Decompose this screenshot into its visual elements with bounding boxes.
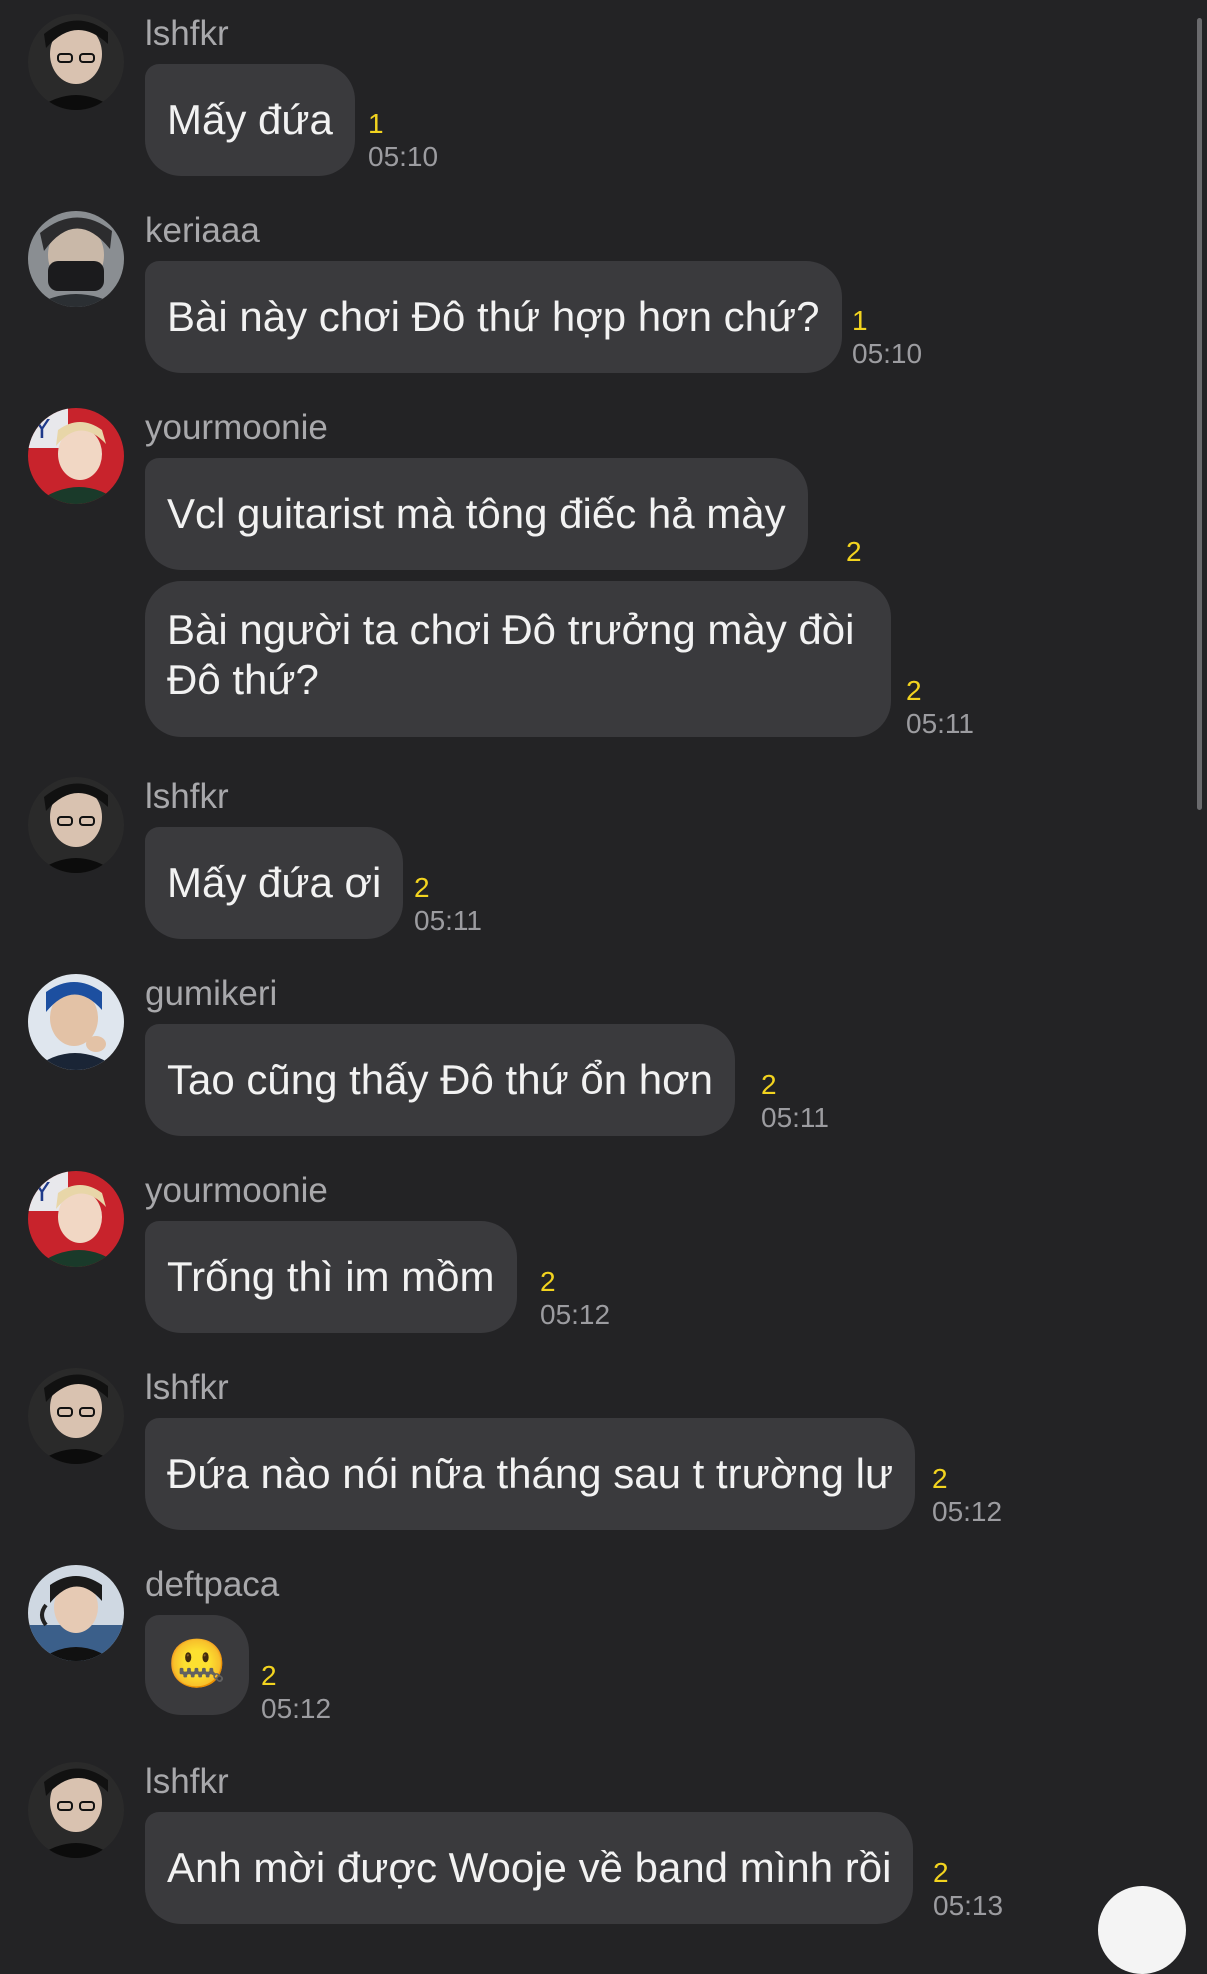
message-bubble[interactable]: Tao cũng thấy Đô thứ ổn hơn bbox=[145, 1024, 735, 1136]
message-time: 05:11 bbox=[414, 905, 482, 936]
message-username: yourmoonie bbox=[145, 408, 328, 447]
message-meta: 2 05:12 bbox=[261, 1660, 331, 1726]
unread-count: 1 bbox=[852, 305, 868, 336]
avatar-gumikeri[interactable] bbox=[28, 974, 124, 1070]
svg-text:Y: Y bbox=[33, 415, 50, 445]
message-text: Vcl guitarist mà tông điếc hả mày bbox=[167, 490, 786, 537]
message-text: Bài người ta chơi Đô trưởng mày đòi Đô t… bbox=[167, 606, 855, 703]
message-time: 05:13 bbox=[933, 1890, 1004, 1921]
message-username: yourmoonie bbox=[145, 1171, 328, 1210]
message-time: 05:12 bbox=[540, 1299, 611, 1330]
message-meta: 2 05:12 bbox=[540, 1266, 610, 1332]
message-time: 05:10 bbox=[852, 338, 923, 369]
message-bubble[interactable]: Trống thì im mồm bbox=[145, 1221, 517, 1333]
message-text: Tao cũng thấy Đô thứ ổn hơn bbox=[167, 1056, 713, 1103]
chat-message-list[interactable]: lshfkr Mấy đứa 1 05:10 keriaaa Bài này c… bbox=[0, 0, 1207, 1924]
unread-count: 2 bbox=[414, 872, 430, 903]
zipper-mouth-emoji: 🤐 bbox=[167, 1636, 227, 1692]
message-text: Bài này chơi Đô thứ hợp hơn chứ? bbox=[167, 293, 820, 340]
message-meta: 1 05:10 bbox=[368, 108, 438, 174]
avatar-lshfkr[interactable] bbox=[28, 1762, 124, 1858]
avatar-yourmoonie[interactable]: Y bbox=[28, 1171, 124, 1267]
svg-text:Y: Y bbox=[33, 1178, 50, 1208]
scrollbar[interactable] bbox=[1197, 18, 1202, 810]
unread-count: 2 bbox=[261, 1660, 277, 1691]
unread-count: 2 bbox=[932, 1463, 948, 1494]
message-username: lshfkr bbox=[145, 777, 229, 816]
message-text: Anh mời được Wooje về band mình rồi bbox=[167, 1844, 892, 1891]
message-time: 05:12 bbox=[261, 1693, 332, 1724]
message-bubble[interactable]: Mấy đứa ơi bbox=[145, 827, 404, 939]
message-username: lshfkr bbox=[145, 14, 229, 53]
message-text: Trống thì im mồm bbox=[167, 1253, 495, 1300]
avatar-yourmoonie[interactable]: Y bbox=[28, 408, 124, 504]
message-meta: 2 05:13 bbox=[933, 1857, 1003, 1923]
message-text: Mấy đứa bbox=[167, 96, 333, 143]
message-meta: 2 05:11 bbox=[906, 675, 974, 741]
message-time: 05:11 bbox=[761, 1102, 829, 1133]
message-meta: 1 05:10 bbox=[852, 305, 922, 371]
message-username: lshfkr bbox=[145, 1762, 229, 1801]
unread-count: 1 bbox=[368, 108, 384, 139]
avatar-keriaaa[interactable] bbox=[28, 211, 124, 307]
message-username: deftpaca bbox=[145, 1565, 280, 1604]
unread-count: 2 bbox=[906, 675, 922, 706]
avatar-lshfkr[interactable] bbox=[28, 1368, 124, 1464]
avatar-deftpaca[interactable] bbox=[28, 1565, 124, 1661]
message-time: 05:12 bbox=[932, 1496, 1003, 1527]
avatar-lshfkr[interactable] bbox=[28, 777, 124, 873]
message-meta: 2 05:11 bbox=[414, 872, 482, 938]
message-bubble[interactable]: Bài người ta chơi Đô trưởng mày đòi Đô t… bbox=[145, 581, 891, 737]
message-meta: 2 bbox=[846, 536, 862, 568]
message-bubble[interactable]: Mấy đứa bbox=[145, 64, 355, 176]
unread-count: 2 bbox=[540, 1266, 556, 1297]
message-bubble[interactable]: Đứa nào nói nữa tháng sau t trường lư bbox=[145, 1418, 916, 1530]
message-username: lshfkr bbox=[145, 1368, 229, 1407]
unread-count: 2 bbox=[933, 1857, 949, 1888]
message-username: keriaaa bbox=[145, 211, 260, 250]
message-text: Đứa nào nói nữa tháng sau t trường lư bbox=[167, 1450, 894, 1497]
scroll-to-bottom-icon[interactable] bbox=[1098, 1886, 1186, 1974]
message-bubble[interactable]: Vcl guitarist mà tông điếc hả mày bbox=[145, 458, 808, 570]
avatar-lshfkr[interactable] bbox=[28, 14, 124, 110]
unread-count: 2 bbox=[846, 536, 862, 567]
message-username: gumikeri bbox=[145, 974, 278, 1013]
message-meta: 2 05:12 bbox=[932, 1463, 1002, 1529]
message-bubble[interactable]: 🤐 bbox=[145, 1615, 249, 1715]
message-bubble[interactable]: Bài này chơi Đô thứ hợp hơn chứ? bbox=[145, 261, 842, 373]
unread-count: 2 bbox=[761, 1069, 777, 1100]
message-text: Mấy đứa ơi bbox=[167, 859, 382, 906]
message-meta: 2 05:11 bbox=[761, 1069, 829, 1135]
message-time: 05:10 bbox=[368, 141, 439, 172]
message-bubble[interactable]: Anh mời được Wooje về band mình rồi bbox=[145, 1812, 914, 1924]
message-time: 05:11 bbox=[906, 708, 974, 739]
